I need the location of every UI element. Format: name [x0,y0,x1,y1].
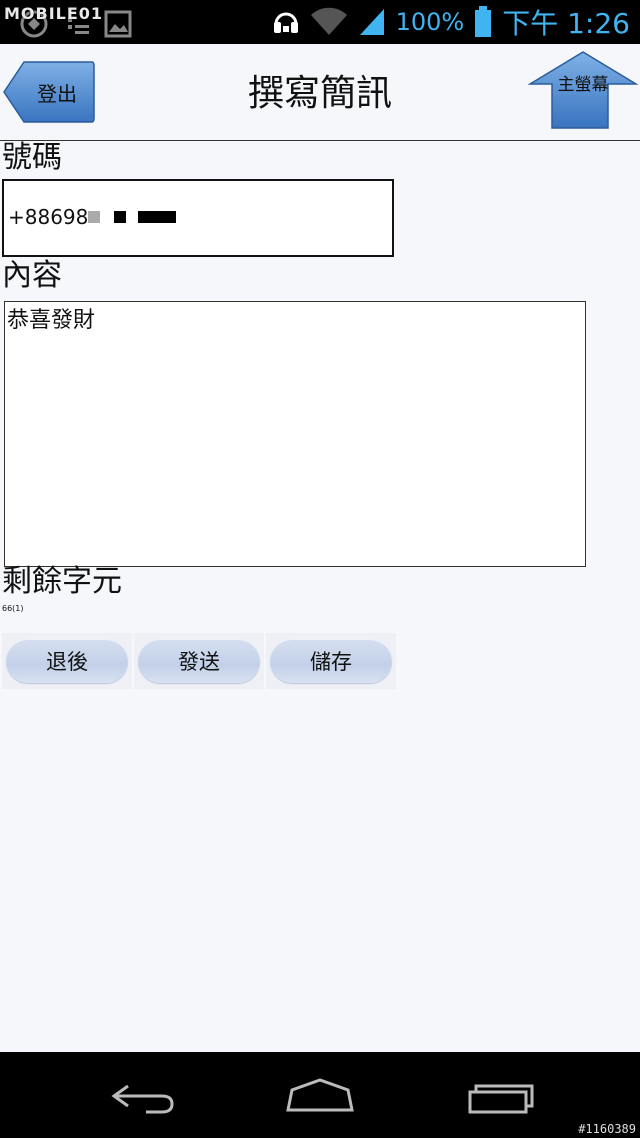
status-bar-right: 100% 下午 1:26 [272,0,630,44]
remaining-chars-label: 剩餘字元 [2,564,122,599]
save-button-cell: 儲存 [266,633,396,689]
navigation-bar: #1160389 [0,1052,640,1138]
clock: 下午 1:26 [502,7,630,40]
back-button-cell: 退後 [2,633,132,689]
status-bar-left: MOBILE01 [4,2,144,42]
app-header: 登出 撰寫簡訊 主螢幕 [0,44,640,141]
redaction-mark [114,211,126,223]
phone-number-value: +88698 [8,205,89,229]
back-icon [111,1084,174,1114]
home-screen-button[interactable]: 主螢幕 [528,50,638,130]
send-button-cell: 發送 [134,633,264,689]
home-screen-button-label: 主螢幕 [557,75,609,95]
wifi-icon [310,7,347,36]
status-bar: MOBILE01 100% 下午 1:26 [0,0,640,44]
recent-apps-icon [468,1084,534,1114]
battery-percent: 100% [395,8,465,36]
number-label: 號碼 [2,140,62,175]
back-button[interactable]: 退後 [6,639,128,683]
image-icon [104,10,132,38]
signal-icon [359,9,384,35]
nav-back-button[interactable] [84,1052,204,1138]
message-content-value: 恭喜發財 [7,308,96,333]
save-button[interactable]: 儲存 [270,639,392,683]
redaction-mark [138,211,176,223]
phone-number-input[interactable]: +88698 [2,179,394,257]
headset-icon [273,12,298,33]
send-button[interactable]: 發送 [138,639,260,683]
battery-icon [475,6,492,37]
watermark-id: #1160389 [578,1122,636,1136]
message-content-textarea[interactable]: 恭喜發財 [4,301,586,567]
nav-recent-apps-button[interactable] [440,1052,560,1138]
home-icon [286,1078,354,1112]
nav-home-button[interactable] [260,1052,380,1138]
content-label: 內容 [2,258,62,293]
remaining-chars-count: 66(1) [2,604,24,613]
watermark-logo: MOBILE01 [4,4,104,23]
redaction-mark [88,211,100,223]
